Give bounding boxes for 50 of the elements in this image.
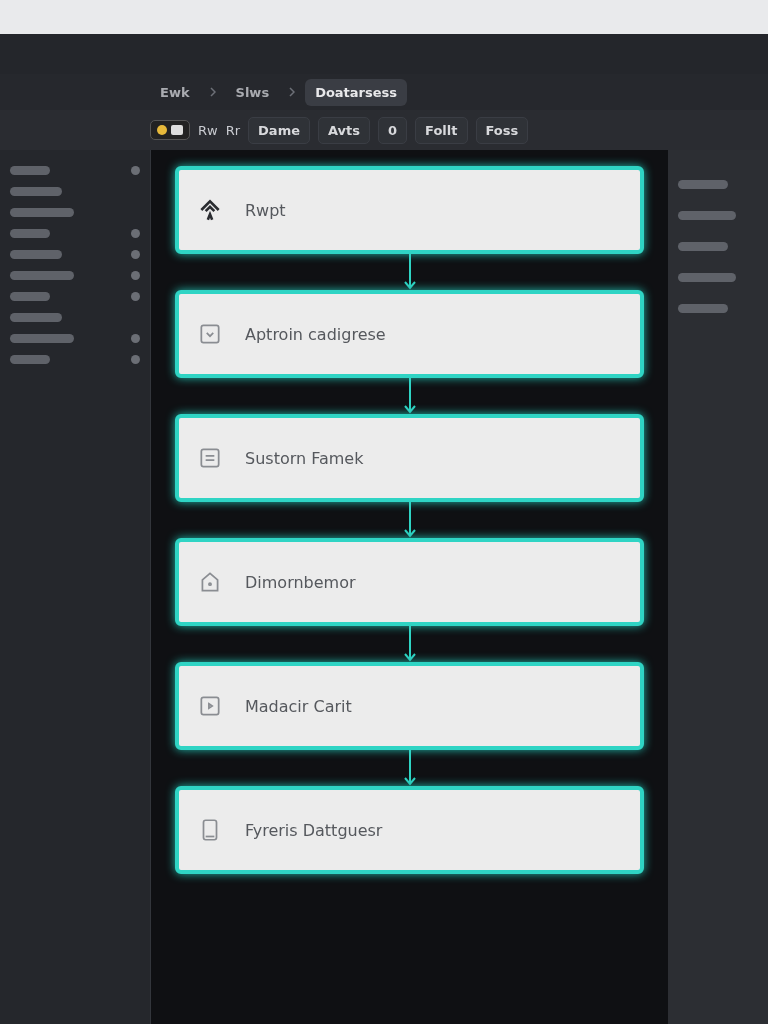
sidebar-item[interactable]: [10, 334, 74, 343]
inspector-item[interactable]: [678, 242, 728, 251]
toolbar-button[interactable]: Follt: [415, 116, 468, 144]
sidebar-item[interactable]: [10, 313, 62, 322]
sidebar-item[interactable]: [10, 271, 74, 280]
connector-arrow: [403, 750, 416, 786]
chevron-icon: [289, 87, 296, 97]
sidebar-item[interactable]: [10, 229, 50, 238]
toolbar-button[interactable]: Foss: [475, 116, 529, 144]
step-label: Dimornbemor: [245, 572, 356, 592]
flow-step-card[interactable]: Dimornbemor: [175, 538, 644, 626]
checkbox-icon: [197, 321, 223, 347]
toolbar-label: Rw: [198, 122, 218, 138]
breadcrumb-item[interactable]: Ewk: [150, 78, 200, 106]
sidebar-item[interactable]: [10, 166, 50, 175]
sidebar-item[interactable]: [10, 187, 62, 196]
swatch-button[interactable]: [150, 120, 190, 140]
step-label: Rwpt: [245, 200, 286, 220]
connector-arrow: [403, 502, 416, 538]
circle-icon: [157, 125, 167, 135]
connector-arrow: [403, 626, 416, 662]
toolbar-button[interactable]: 0: [378, 116, 408, 144]
sidebar-item[interactable]: [10, 208, 74, 217]
list-icon: [197, 445, 223, 471]
flow-step-card[interactable]: Sustorn Famek: [175, 414, 644, 502]
sidebar-item[interactable]: [10, 292, 50, 301]
toolbar-label: Rr: [225, 122, 241, 138]
inspector-item[interactable]: [678, 273, 736, 282]
chevron-icon: [209, 87, 216, 97]
step-label: Sustorn Famek: [245, 448, 364, 468]
step-label: Aptroin cadigrese: [245, 324, 386, 344]
breadcrumb-item[interactable]: Doatarsess: [305, 78, 408, 106]
flow-step-card[interactable]: Aptroin cadigrese: [175, 290, 644, 378]
breadcrumb-item[interactable]: Slws: [225, 78, 280, 106]
toolbar-button[interactable]: Dame: [248, 116, 310, 144]
square-icon: [171, 125, 183, 135]
inspector-item[interactable]: [678, 211, 736, 220]
play-icon: [197, 693, 223, 719]
step-label: Madacir Carit: [245, 696, 352, 716]
connector-arrow: [403, 378, 416, 414]
flow-step-card[interactable]: Rwpt: [175, 166, 644, 254]
step-label: Fyreris Dattguesr: [245, 820, 383, 840]
flow-step-card[interactable]: Madacir Carit: [175, 662, 644, 750]
sidebar-item[interactable]: [10, 355, 50, 364]
connector-arrow: [403, 254, 416, 290]
sidebar-item[interactable]: [10, 250, 62, 259]
flow-step-card[interactable]: Fyreris Dattguesr: [175, 786, 644, 874]
inspector-item[interactable]: [678, 180, 728, 189]
toolbar-button[interactable]: Avts: [318, 116, 371, 144]
inspector-item[interactable]: [678, 304, 728, 313]
